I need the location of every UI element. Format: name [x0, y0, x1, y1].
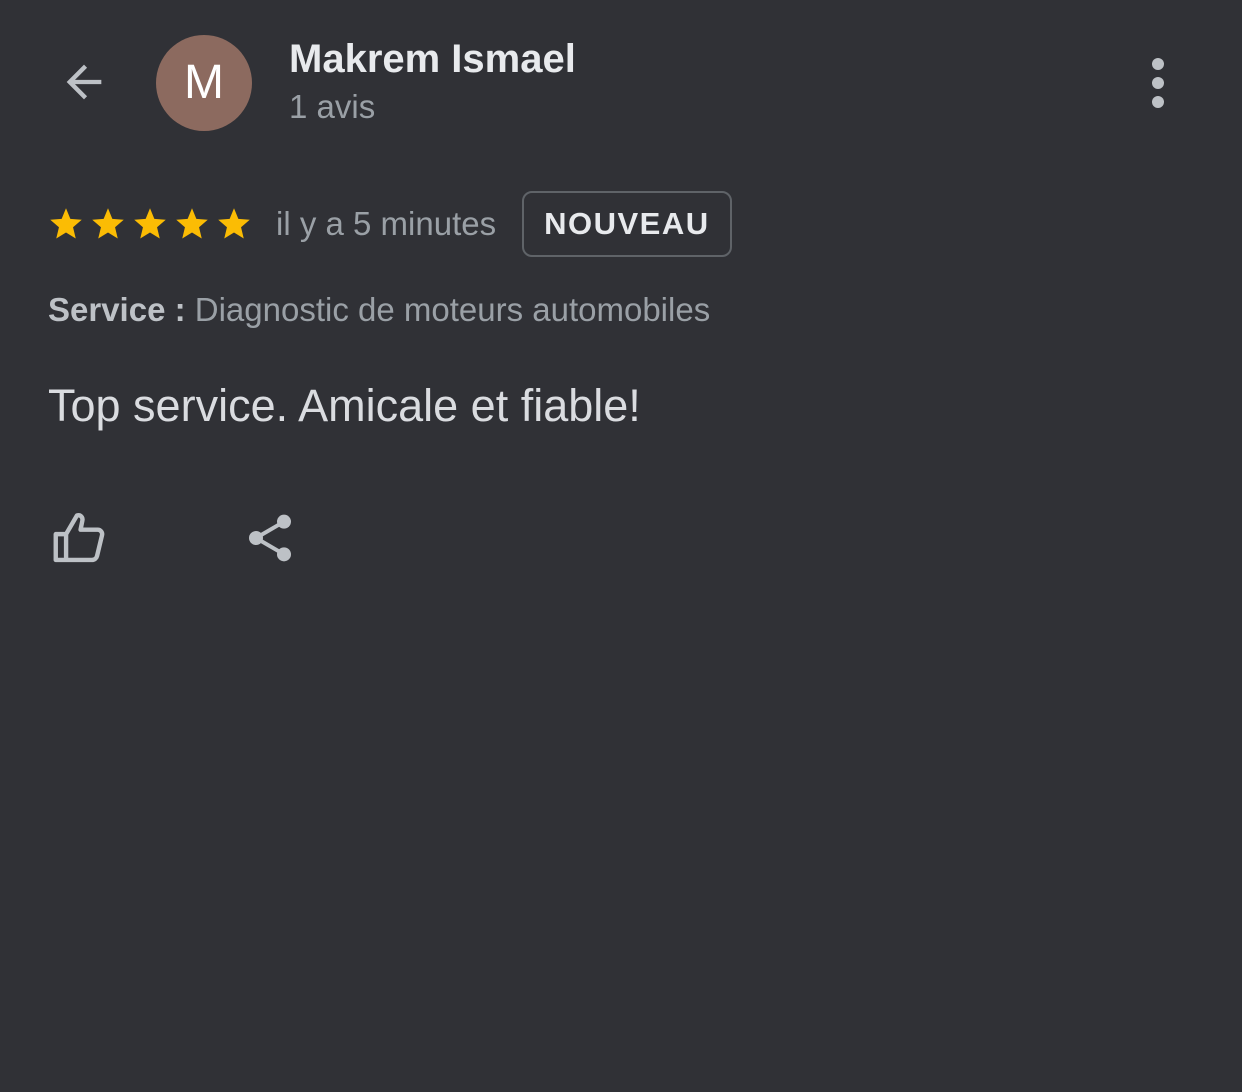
share-icon — [249, 514, 291, 562]
new-badge: NOUVEAU — [522, 191, 732, 257]
review-text: Top service. Amicale et fiable! — [48, 380, 641, 431]
star-icon — [50, 208, 82, 239]
share-button[interactable] — [237, 505, 303, 571]
service-label: Service : — [48, 291, 186, 328]
back-button[interactable] — [54, 52, 114, 112]
avatar[interactable]: M — [156, 35, 252, 131]
like-button[interactable] — [46, 505, 112, 571]
star-rating — [48, 206, 252, 242]
star-icon — [176, 208, 208, 239]
service-value: Diagnostic de moteurs automobiles — [194, 291, 711, 328]
thumb-up-icon — [53, 513, 105, 563]
arrow-left-icon — [66, 64, 102, 100]
star-icon — [134, 208, 166, 239]
rating-row: il y a 5 minutes NOUVEAU — [48, 191, 732, 257]
review-page: M Makrem Ismael 1 avis il y a 5 minutes … — [0, 0, 1242, 1092]
star-icon — [218, 208, 250, 239]
star-icon — [92, 208, 124, 239]
more-options-button[interactable] — [1136, 55, 1180, 111]
service-line: Service : Diagnostic de moteurs automobi… — [48, 291, 710, 329]
review-count: 1 avis — [289, 88, 376, 125]
more-vert-icon — [1152, 58, 1164, 108]
reviewer-name[interactable]: Makrem Ismael — [289, 37, 576, 82]
review-time: il y a 5 minutes — [276, 205, 497, 242]
avatar-initial: M — [184, 56, 224, 109]
